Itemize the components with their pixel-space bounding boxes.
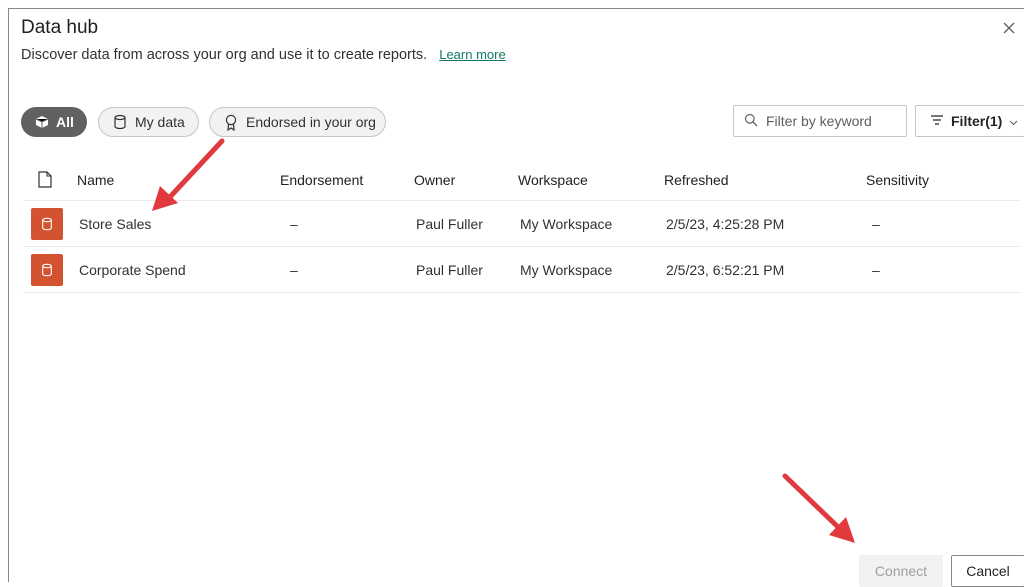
row-workspace: My Workspace [520,261,613,278]
keyword-filter-input[interactable]: Filter by keyword [733,105,907,137]
column-header-refreshed[interactable]: Refreshed [664,159,729,200]
row-endorsement: – [290,261,298,278]
filter-pill-my-data-label: My data [135,114,185,130]
row-refreshed: 2/5/23, 4:25:28 PM [666,215,785,232]
cube-icon [35,115,49,129]
row-workspace: My Workspace [520,215,613,232]
column-header-workspace[interactable]: Workspace [518,159,588,200]
close-icon[interactable] [1000,19,1018,37]
row-sensitivity: – [872,215,880,232]
connect-button[interactable]: Connect [859,555,943,587]
row-endorsement: – [290,215,298,232]
column-header-endorsement[interactable]: Endorsement [280,159,363,200]
filter-lines-icon [930,113,944,129]
chevron-down-icon [1009,113,1018,129]
dialog-subtitle: Discover data from across your org and u… [21,47,506,63]
cancel-button[interactable]: Cancel [951,555,1024,587]
row-name: Store Sales [79,215,152,232]
database-icon [113,114,127,130]
filter-pill-my-data[interactable]: My data [98,107,199,137]
column-header-owner[interactable]: Owner [414,159,455,200]
row-name: Corporate Spend [79,261,186,278]
filter-pill-endorsed-label: Endorsed in your org [246,114,376,130]
filter-pill-all-label: All [56,114,74,130]
datasets-table: Name Endorsement Owner Workspace Refresh… [23,159,1021,293]
row-sensitivity: – [872,261,880,278]
data-hub-dialog: Data hub Discover data from across your … [8,8,1024,587]
subtitle-text: Discover data from across your org and u… [21,47,428,63]
filter-pill-all[interactable]: All [21,107,87,137]
dataset-icon [31,208,63,240]
filter-button[interactable]: Filter(1) [915,105,1024,137]
column-header-sensitivity[interactable]: Sensitivity [866,159,929,200]
column-header-name[interactable]: Name [77,159,114,200]
row-owner: Paul Fuller [416,215,483,232]
filter-button-label: Filter(1) [951,113,1003,129]
row-refreshed: 2/5/23, 6:52:21 PM [666,261,785,278]
search-placeholder: Filter by keyword [766,113,872,129]
filter-pill-endorsed[interactable]: Endorsed in your org [209,107,386,137]
table-row[interactable]: Corporate Spend – Paul Fuller My Workspa… [23,247,1021,293]
learn-more-link[interactable]: Learn more [439,47,505,62]
row-owner: Paul Fuller [416,261,483,278]
dialog-title: Data hub [21,17,99,38]
file-type-icon [38,159,52,200]
ribbon-icon [224,114,238,131]
table-row[interactable]: Store Sales – Paul Fuller My Workspace 2… [23,201,1021,247]
table-header-row: Name Endorsement Owner Workspace Refresh… [23,159,1021,201]
dataset-icon [31,254,63,286]
search-icon [744,113,758,130]
